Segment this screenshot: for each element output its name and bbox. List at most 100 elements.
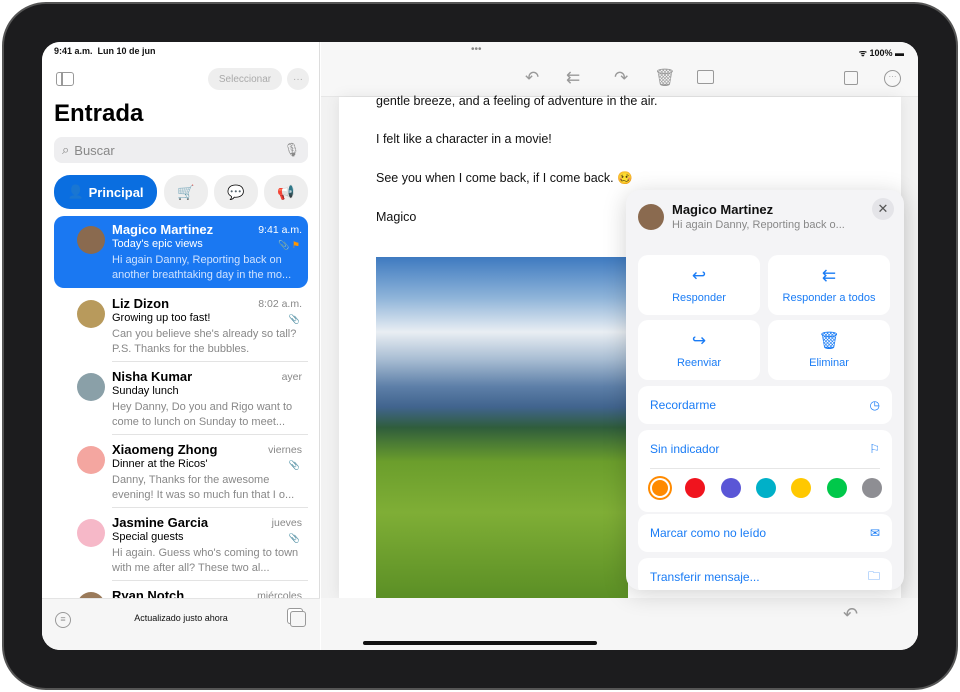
select-button[interactable]: Seleccionar — [208, 68, 282, 90]
compose-icon[interactable] — [844, 71, 858, 85]
email-preview: Danny, Thanks for the awesome evening! I… — [112, 474, 295, 501]
person-icon: 👤 — [67, 184, 84, 199]
flag-color-swatch[interactable] — [791, 478, 812, 498]
email-preview: Hi again. Guess who's coming to town wit… — [112, 547, 299, 574]
tab-promotions[interactable]: 📢 — [264, 175, 308, 209]
email-time: 9:41 a.m. — [258, 224, 302, 236]
email-row[interactable]: Magico Martinez 9:41 a.m. Today's epic v… — [54, 216, 308, 288]
cart-icon: 🛒 — [177, 183, 195, 200]
avatar — [77, 373, 105, 401]
email-subject: Special guests — [112, 531, 184, 543]
flag-color-swatch[interactable] — [685, 478, 706, 498]
delete-button[interactable]: 🗑 Eliminar — [768, 320, 890, 380]
email-preview: Hi again Danny, Reporting back on anothe… — [112, 254, 292, 281]
attachment-icon: 📎 — [288, 460, 300, 470]
status-date: Lun 10 de jun — [97, 46, 156, 56]
flag-color-swatch[interactable] — [861, 478, 882, 498]
flag-icon: ⚑ — [291, 240, 300, 250]
multitasking-dots-icon[interactable]: ••• — [471, 44, 482, 55]
remind-me-button[interactable]: Recordarme ◷ — [638, 386, 892, 424]
tab-principal-label: Principal — [88, 184, 144, 200]
trash-icon: 🗑 — [818, 331, 840, 350]
avatar — [638, 204, 664, 230]
microphone-icon[interactable]: 🎙 — [283, 142, 300, 158]
email-row[interactable]: Jasmine Garcia jueves Special guests 📎 H… — [54, 509, 308, 581]
avatar — [77, 226, 105, 254]
forward-button[interactable]: ↪ Reenviar — [638, 320, 760, 380]
attachment-flag-icons: 📎 ⚑ — [278, 240, 300, 250]
email-time: ayer — [281, 371, 302, 383]
move-message-button[interactable]: Transferir mensaje... 🗀 — [638, 558, 892, 590]
email-subject: Today's epic views — [112, 238, 203, 250]
search-placeholder: Buscar — [74, 142, 115, 158]
email-time: 8:02 a.m. — [258, 298, 302, 310]
email-subject: Sunday lunch — [112, 385, 179, 397]
status-time: 9:41 a.m. — [54, 46, 93, 56]
popover-sender: Magico Martinez — [672, 202, 774, 217]
flag-color-picker — [650, 478, 882, 498]
message-toolbar: ••• ᯤ 100% ▬ ↶ ⇇ ↷ 🗑 ··· — [321, 42, 918, 97]
reply-all-button[interactable]: ⇇ Responder a todos — [768, 255, 890, 315]
email-time: viernes — [268, 444, 302, 456]
email-subject: Dinner at the Ricos' — [112, 458, 208, 470]
message-pane: ••• ᯤ 100% ▬ ↶ ⇇ ↷ 🗑 ··· gentle breeze, … — [321, 42, 918, 650]
reply-button[interactable]: ↩ Responder — [638, 255, 760, 315]
email-preview: Can you believe she's already so tall? P… — [112, 328, 297, 355]
home-indicator — [363, 641, 597, 645]
search-input[interactable]: ⌕ Buscar 🎙 — [54, 137, 308, 163]
folder-icon[interactable] — [697, 70, 714, 84]
more-icon[interactable]: ··· — [287, 68, 309, 90]
divider — [112, 361, 308, 362]
body-line: gentle breeze, and a feeling of adventur… — [376, 94, 658, 108]
no-flag-label: Sin indicador — [650, 442, 720, 456]
flag-slash-icon: ⚐ — [869, 442, 880, 456]
email-row[interactable]: Nisha Kumar ayer Sunday lunch Hey Danny,… — [54, 363, 308, 435]
sidebar-toggle-icon[interactable] — [56, 72, 74, 86]
mark-unread-button[interactable]: Marcar como no leído ✉ — [638, 514, 892, 552]
email-row[interactable]: Xiaomeng Zhong viernes Dinner at the Ric… — [54, 436, 308, 508]
body-signature: Magico — [376, 210, 417, 224]
no-flag-button[interactable]: Sin indicador ⚐ — [638, 430, 892, 468]
flag-color-swatch[interactable] — [650, 478, 670, 498]
email-sender: Magico Martinez — [112, 222, 214, 237]
email-row[interactable]: Liz Dizon 8:02 a.m. Growing up too fast!… — [54, 290, 308, 362]
folder-icon: 🗀 — [867, 568, 880, 583]
flag-color-swatch[interactable] — [755, 478, 776, 498]
message-icon: 💬 — [227, 183, 245, 200]
avatar — [77, 446, 105, 474]
landscape-photo[interactable] — [376, 257, 628, 598]
close-icon[interactable]: ✕ — [872, 198, 894, 220]
page-title: Entrada — [54, 100, 144, 127]
reply-all-icon[interactable]: ⇇ — [566, 68, 580, 88]
avatar — [77, 519, 105, 547]
battery-percent: 100% — [869, 48, 893, 58]
reply-icon[interactable]: ↶ — [525, 68, 539, 88]
avatar — [77, 300, 105, 328]
attachment-icon: 📎 — [288, 314, 300, 324]
tab-messages[interactable]: 💬 — [214, 175, 258, 209]
clock-icon: ◷ — [869, 398, 880, 412]
more-actions-icon[interactable]: ··· — [884, 70, 901, 87]
screen: 9:41 a.m. Lun 10 de jun Seleccionar ··· … — [42, 42, 918, 650]
email-sender: Xiaomeng Zhong — [112, 442, 218, 457]
email-sender: Nisha Kumar — [112, 369, 193, 384]
sidebar-footer: ≡ Actualizado justo ahora — [42, 598, 320, 650]
forward-icon: ↪ — [691, 331, 707, 350]
divider — [112, 434, 308, 435]
forward-icon[interactable]: ↷ — [614, 68, 628, 88]
forward-label: Reenviar — [676, 357, 722, 369]
megaphone-icon: 📢 — [277, 183, 295, 200]
divider — [112, 580, 308, 581]
flag-color-swatch[interactable] — [720, 478, 741, 498]
mailboxes-icon[interactable] — [290, 611, 306, 627]
reply-all-icon: ⇇ — [821, 266, 837, 285]
reply-icon[interactable]: ↶ — [843, 604, 858, 625]
flag-section: Sin indicador ⚐ — [638, 430, 892, 512]
remind-label: Recordarme — [650, 398, 717, 412]
attachment-icon: 📎 — [288, 533, 300, 543]
trash-icon[interactable]: 🗑 — [654, 68, 676, 88]
flag-color-swatch[interactable] — [826, 478, 847, 498]
tab-principal[interactable]: 👤 Principal — [54, 175, 157, 209]
message-actions-popover: Magico Martinez Hi again Danny, Reportin… — [626, 190, 904, 590]
tab-shopping[interactable]: 🛒 — [164, 175, 208, 209]
